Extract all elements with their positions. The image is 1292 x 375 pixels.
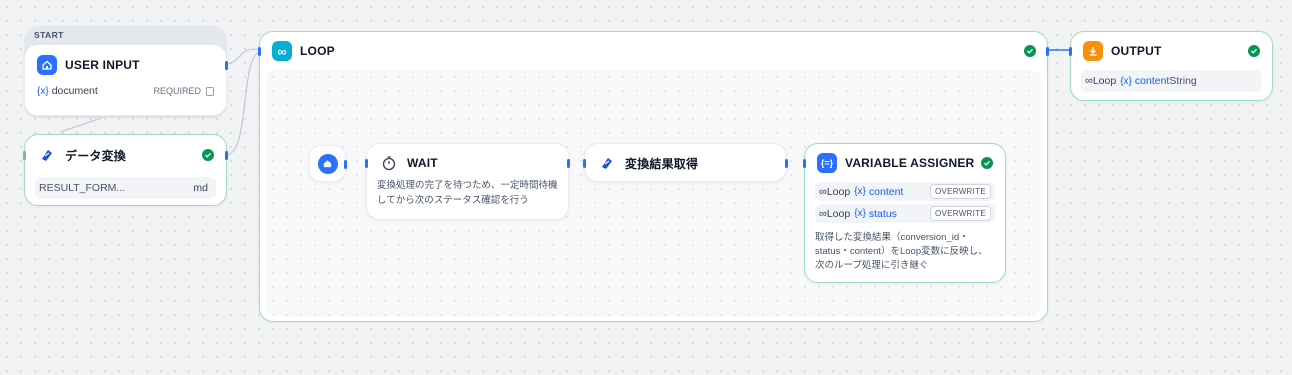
- variable-name: content: [868, 185, 904, 198]
- assignment-row: ∞ Loop {x} content OVERWRITE: [815, 182, 995, 201]
- home-icon: [317, 153, 338, 174]
- infinity-icon: ∞: [819, 207, 827, 220]
- infinity-icon: ∞: [272, 41, 292, 61]
- input-handle[interactable]: [23, 151, 26, 160]
- tool-icon: [597, 153, 617, 173]
- text-field-icon: [206, 86, 214, 96]
- home-icon: [37, 55, 57, 75]
- variable-name: status: [868, 207, 897, 220]
- output-handle[interactable]: [225, 151, 228, 160]
- input-handle[interactable]: [258, 47, 261, 56]
- node-description: 変換処理の完了を待つため、一定時間待機してから次のステータス確認を行う: [377, 180, 558, 206]
- node-title: OUTPUT: [1111, 44, 1162, 58]
- variable-icon: {x}: [854, 186, 866, 197]
- node-title: 変換結果取得: [625, 156, 699, 171]
- output-handle[interactable]: [785, 159, 788, 168]
- scope-label: Loop: [826, 207, 851, 220]
- assignment-row: ∞ Loop {x} status OVERWRITE: [815, 204, 995, 223]
- output-node[interactable]: OUTPUT ∞ Loop {x} content String: [1069, 31, 1273, 101]
- output-handle[interactable]: [344, 160, 347, 169]
- infinity-icon: ∞: [819, 185, 827, 198]
- node-title: WAIT: [407, 156, 438, 170]
- variable-icon: {x}: [854, 208, 866, 219]
- input-handle[interactable]: [1069, 47, 1072, 56]
- data-convert-node[interactable]: データ変換 RESULT_FORM... md: [23, 134, 228, 206]
- variable-name: content: [1134, 75, 1170, 87]
- input-handle[interactable]: [365, 159, 368, 168]
- scope-label: Loop: [826, 185, 851, 198]
- output-handle[interactable]: [225, 61, 228, 70]
- output-handle[interactable]: [1046, 47, 1049, 56]
- variable-icon: {x}: [37, 85, 49, 97]
- variable-icon: {=}: [817, 153, 837, 173]
- input-handle[interactable]: [803, 159, 806, 168]
- node-title: USER INPUT: [65, 58, 140, 72]
- variable-type: String: [1169, 75, 1197, 87]
- wait-node[interactable]: WAIT 変換処理の完了を待つため、一定時間待機してから次のステータス確認を行う: [365, 143, 570, 220]
- infinity-icon: ∞: [1085, 75, 1093, 87]
- scope-label: Loop: [1092, 75, 1117, 87]
- variable-icon: {x}: [1120, 75, 1132, 87]
- output-variable-row: ∞ Loop {x} content String: [1081, 70, 1262, 92]
- mode-badge: OVERWRITE: [929, 184, 991, 199]
- stopwatch-icon: [379, 153, 399, 173]
- node-description: 取得した変換結果（conversion_id・status・content）をL…: [815, 232, 988, 271]
- mode-badge: OVERWRITE: [929, 206, 991, 221]
- output-icon: [1083, 41, 1103, 61]
- required-label: REQUIRED: [153, 86, 201, 96]
- node-title: データ変換: [65, 148, 127, 163]
- output-handle[interactable]: [567, 159, 570, 168]
- node-title: LOOP: [300, 44, 335, 58]
- param-row: RESULT_FORM... md: [35, 177, 216, 199]
- user-input-node[interactable]: USER INPUT {x} document REQUIRED: [24, 44, 228, 116]
- success-check-icon: [202, 149, 214, 161]
- param-value: md: [193, 182, 208, 194]
- param-label: RESULT_FORM...: [39, 182, 126, 194]
- variable-assigner-node[interactable]: {=} VARIABLE ASSIGNER ∞ Loop {x} content…: [803, 143, 1006, 283]
- start-label: START: [34, 30, 64, 40]
- loop-start-node[interactable]: [309, 145, 347, 182]
- node-title: VARIABLE ASSIGNER: [845, 156, 975, 170]
- success-check-icon: [981, 157, 993, 169]
- tool-icon: [37, 145, 57, 165]
- success-check-icon: [1024, 45, 1036, 57]
- success-check-icon: [1248, 45, 1260, 57]
- input-handle[interactable]: [583, 159, 586, 168]
- variable-name: document: [51, 85, 98, 97]
- fetch-result-node[interactable]: 変換結果取得: [583, 143, 788, 182]
